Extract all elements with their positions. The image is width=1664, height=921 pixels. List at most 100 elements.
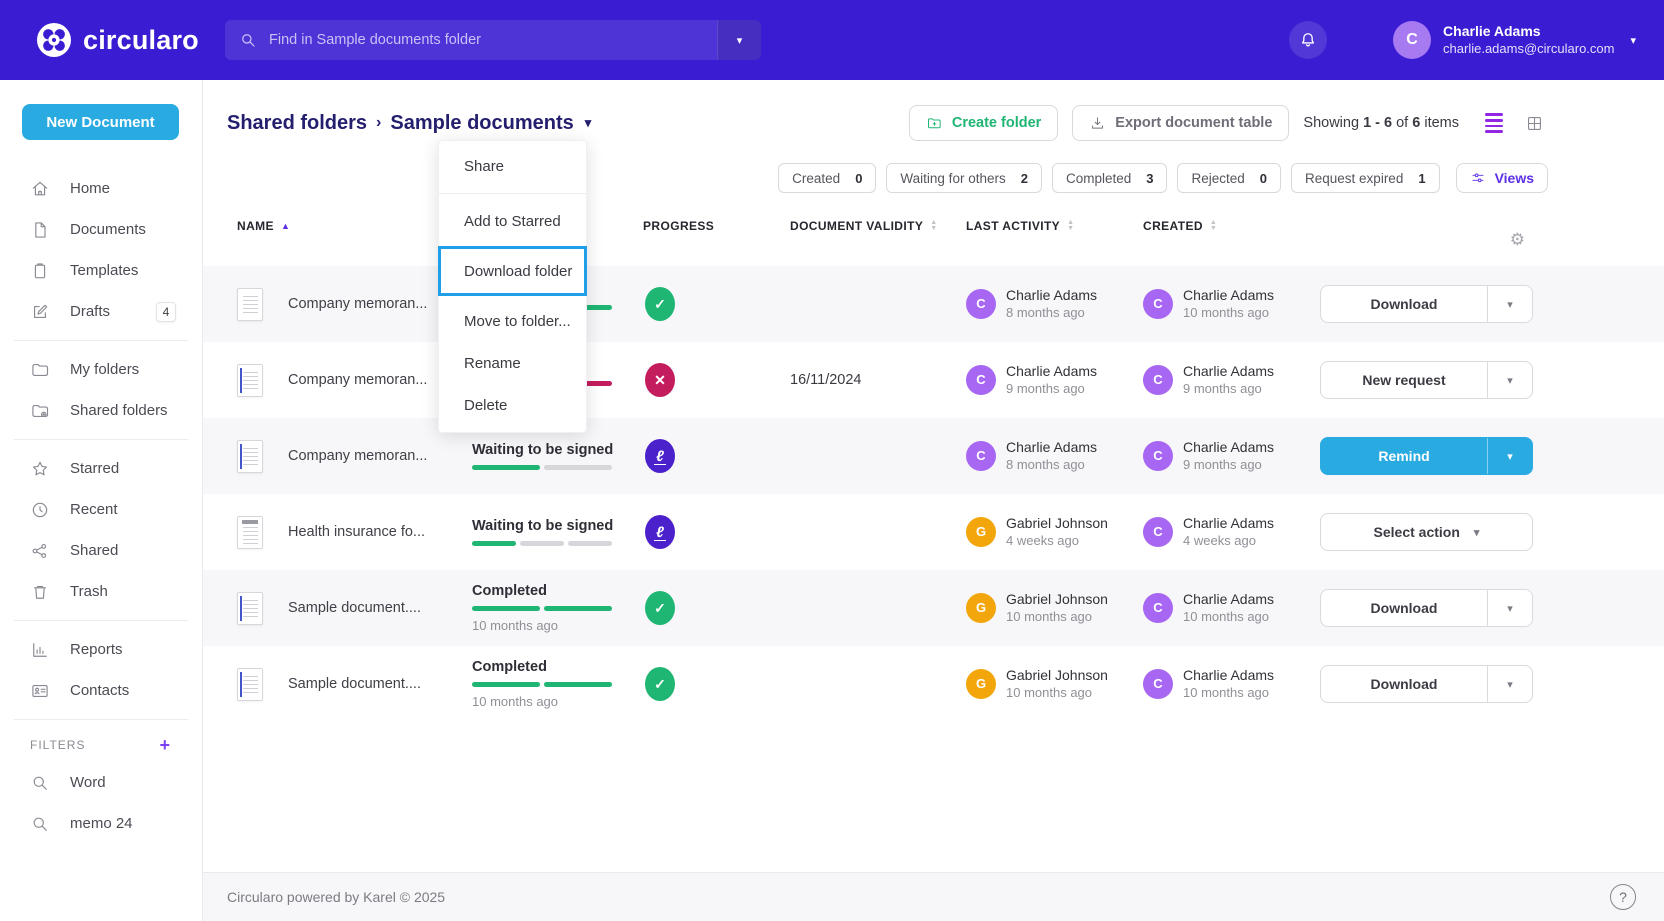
list-view-button[interactable] bbox=[1485, 113, 1503, 132]
menu-item-delete[interactable]: Delete bbox=[439, 384, 586, 426]
sidebar-item-home[interactable]: Home bbox=[0, 168, 202, 209]
chip-waiting-for-others[interactable]: Waiting for others 2 bbox=[886, 163, 1042, 193]
column-header-created[interactable]: CREATED ▲▼ bbox=[1143, 219, 1320, 233]
global-search[interactable]: ▾ bbox=[225, 20, 761, 60]
row-action-button[interactable]: Download bbox=[1321, 286, 1487, 322]
chip-rejected[interactable]: Rejected 0 bbox=[1177, 163, 1281, 193]
main-content: Shared folders › Sample documents ▾ Crea… bbox=[203, 80, 1664, 921]
menu-item-share[interactable]: Share bbox=[439, 145, 586, 187]
sidebar-item-reports[interactable]: Reports bbox=[0, 629, 202, 670]
export-document-table-button[interactable]: Export document table bbox=[1072, 105, 1289, 141]
column-header-progress[interactable]: PROGRESS bbox=[643, 219, 790, 233]
breadcrumb-parent[interactable]: Shared folders bbox=[227, 112, 367, 135]
sidebar-item-recent[interactable]: Recent bbox=[0, 489, 202, 530]
person-time: 9 months ago bbox=[1183, 381, 1274, 398]
sidebar-item-templates[interactable]: Templates bbox=[0, 250, 202, 291]
search-icon bbox=[30, 773, 50, 793]
create-folder-button[interactable]: Create folder bbox=[909, 105, 1058, 141]
sidebar-filter-memo24[interactable]: memo 24 bbox=[0, 803, 202, 844]
avatar: G bbox=[966, 593, 996, 623]
row-action-button[interactable]: New request bbox=[1321, 362, 1487, 398]
table-row[interactable]: Sample document.... Completed 10 months … bbox=[203, 646, 1664, 722]
sort-icon: ▲▼ bbox=[1067, 220, 1074, 232]
document-thumbnail bbox=[237, 364, 263, 397]
created-cell: C Charlie Adams10 months ago bbox=[1143, 666, 1320, 701]
chip-created[interactable]: Created 0 bbox=[778, 163, 876, 193]
edit-icon bbox=[30, 302, 50, 322]
brand-logo[interactable]: circularo bbox=[36, 0, 199, 80]
row-action-button[interactable]: Download bbox=[1321, 590, 1487, 626]
menu-item-download-folder[interactable]: Download folder bbox=[438, 246, 587, 296]
document-name[interactable]: Sample document.... bbox=[288, 600, 421, 616]
column-header-last-activity[interactable]: LAST ACTIVITY ▲▼ bbox=[966, 219, 1143, 233]
row-action-button[interactable]: Remind bbox=[1321, 438, 1487, 474]
folder-context-menu: Share Add to Starred Download folder Mov… bbox=[438, 140, 587, 433]
row-action-button[interactable]: Download bbox=[1321, 666, 1487, 702]
document-name[interactable]: Health insurance fo... bbox=[288, 524, 425, 540]
row-action-dropdown[interactable]: ▾ bbox=[1487, 590, 1532, 626]
folder-menu-caret[interactable]: ▾ bbox=[585, 115, 592, 131]
user-menu-caret[interactable]: ▾ bbox=[1630, 34, 1636, 47]
column-header-validity[interactable]: DOCUMENT VALIDITY ▲▼ bbox=[790, 219, 966, 233]
document-name[interactable]: Sample document.... bbox=[288, 676, 421, 692]
document-name[interactable]: Company memoran... bbox=[288, 448, 427, 464]
sidebar-item-starred[interactable]: Starred bbox=[0, 448, 202, 489]
grid-icon bbox=[1525, 114, 1544, 133]
row-action-dropdown[interactable]: ▾ bbox=[1487, 286, 1532, 322]
row-action-dropdown[interactable]: ▾ bbox=[1487, 666, 1532, 702]
user-avatar[interactable]: C bbox=[1393, 21, 1431, 59]
sidebar-item-contacts[interactable]: Contacts bbox=[0, 670, 202, 711]
person-time: 10 months ago bbox=[1006, 609, 1108, 626]
last-activity-cell: G Gabriel Johnson10 months ago bbox=[966, 666, 1143, 701]
new-document-button[interactable]: New Document bbox=[22, 104, 179, 140]
help-button[interactable]: ? bbox=[1610, 884, 1636, 910]
chip-request-expired[interactable]: Request expired 1 bbox=[1291, 163, 1440, 193]
last-activity-cell: C Charlie Adams9 months ago bbox=[966, 362, 1143, 397]
document-thumbnail bbox=[237, 516, 263, 549]
person-name: Gabriel Johnson bbox=[1006, 666, 1108, 684]
person-name: Charlie Adams bbox=[1183, 666, 1274, 684]
column-header-name[interactable]: NAME▲ bbox=[237, 219, 472, 233]
circularo-logo-icon bbox=[36, 22, 72, 58]
bell-icon bbox=[1298, 30, 1318, 50]
folder-plus-icon bbox=[926, 115, 943, 132]
notifications-button[interactable] bbox=[1289, 21, 1327, 59]
last-activity-cell: C Charlie Adams8 months ago bbox=[966, 286, 1143, 321]
table-row[interactable]: Health insurance fo... Waiting to be sig… bbox=[203, 494, 1664, 570]
sidebar-item-shared-folders[interactable]: Shared folders bbox=[0, 390, 202, 431]
row-action: Select action▾ bbox=[1320, 513, 1533, 551]
document-name[interactable]: Company memoran... bbox=[288, 296, 427, 312]
breadcrumb-current[interactable]: Sample documents bbox=[390, 112, 573, 135]
search-input[interactable] bbox=[269, 32, 717, 48]
person-name: Charlie Adams bbox=[1006, 362, 1097, 380]
document-name[interactable]: Company memoran... bbox=[288, 372, 427, 388]
sidebar-item-documents[interactable]: Documents bbox=[0, 209, 202, 250]
sidebar-item-trash[interactable]: Trash bbox=[0, 571, 202, 612]
chip-completed[interactable]: Completed 3 bbox=[1052, 163, 1168, 193]
row-action-dropdown[interactable]: ▾ bbox=[1487, 438, 1532, 474]
status-subtext: 10 months ago bbox=[472, 618, 643, 633]
search-icon bbox=[30, 814, 50, 834]
grid-view-button[interactable] bbox=[1525, 114, 1544, 133]
menu-item-rename[interactable]: Rename bbox=[439, 342, 586, 384]
row-action-dropdown[interactable]: ▾ bbox=[1487, 362, 1532, 398]
menu-item-add-to-starred[interactable]: Add to Starred bbox=[439, 200, 586, 242]
table-row[interactable]: Company memoran... Waiting to be signed … bbox=[203, 418, 1664, 494]
menu-item-move-to-folder[interactable]: Move to folder... bbox=[439, 300, 586, 342]
export-label: Export document table bbox=[1115, 115, 1272, 131]
sidebar-item-my-folders[interactable]: My folders bbox=[0, 349, 202, 390]
search-options-dropdown[interactable]: ▾ bbox=[717, 20, 761, 60]
sidebar-label: Starred bbox=[70, 460, 119, 477]
table-row[interactable]: Sample document.... Completed 10 months … bbox=[203, 570, 1664, 646]
table-row[interactable]: Company memoran... ✓ C Charlie Adams8 mo… bbox=[203, 266, 1664, 342]
column-settings-icon[interactable]: ⚙ bbox=[1510, 230, 1533, 250]
views-button[interactable]: Views bbox=[1456, 163, 1548, 193]
table-row[interactable]: Company memoran... ✕ 16/11/2024 C Charli… bbox=[203, 342, 1664, 418]
row-action: Remind ▾ bbox=[1320, 437, 1533, 475]
avatar: C bbox=[1143, 441, 1173, 471]
sidebar-item-drafts[interactable]: Drafts 4 bbox=[0, 291, 202, 332]
sidebar-filter-word[interactable]: Word bbox=[0, 762, 202, 803]
row-action-select[interactable]: Select action▾ bbox=[1321, 514, 1532, 550]
add-filter-button[interactable]: + bbox=[159, 736, 170, 754]
sidebar-item-shared[interactable]: Shared bbox=[0, 530, 202, 571]
